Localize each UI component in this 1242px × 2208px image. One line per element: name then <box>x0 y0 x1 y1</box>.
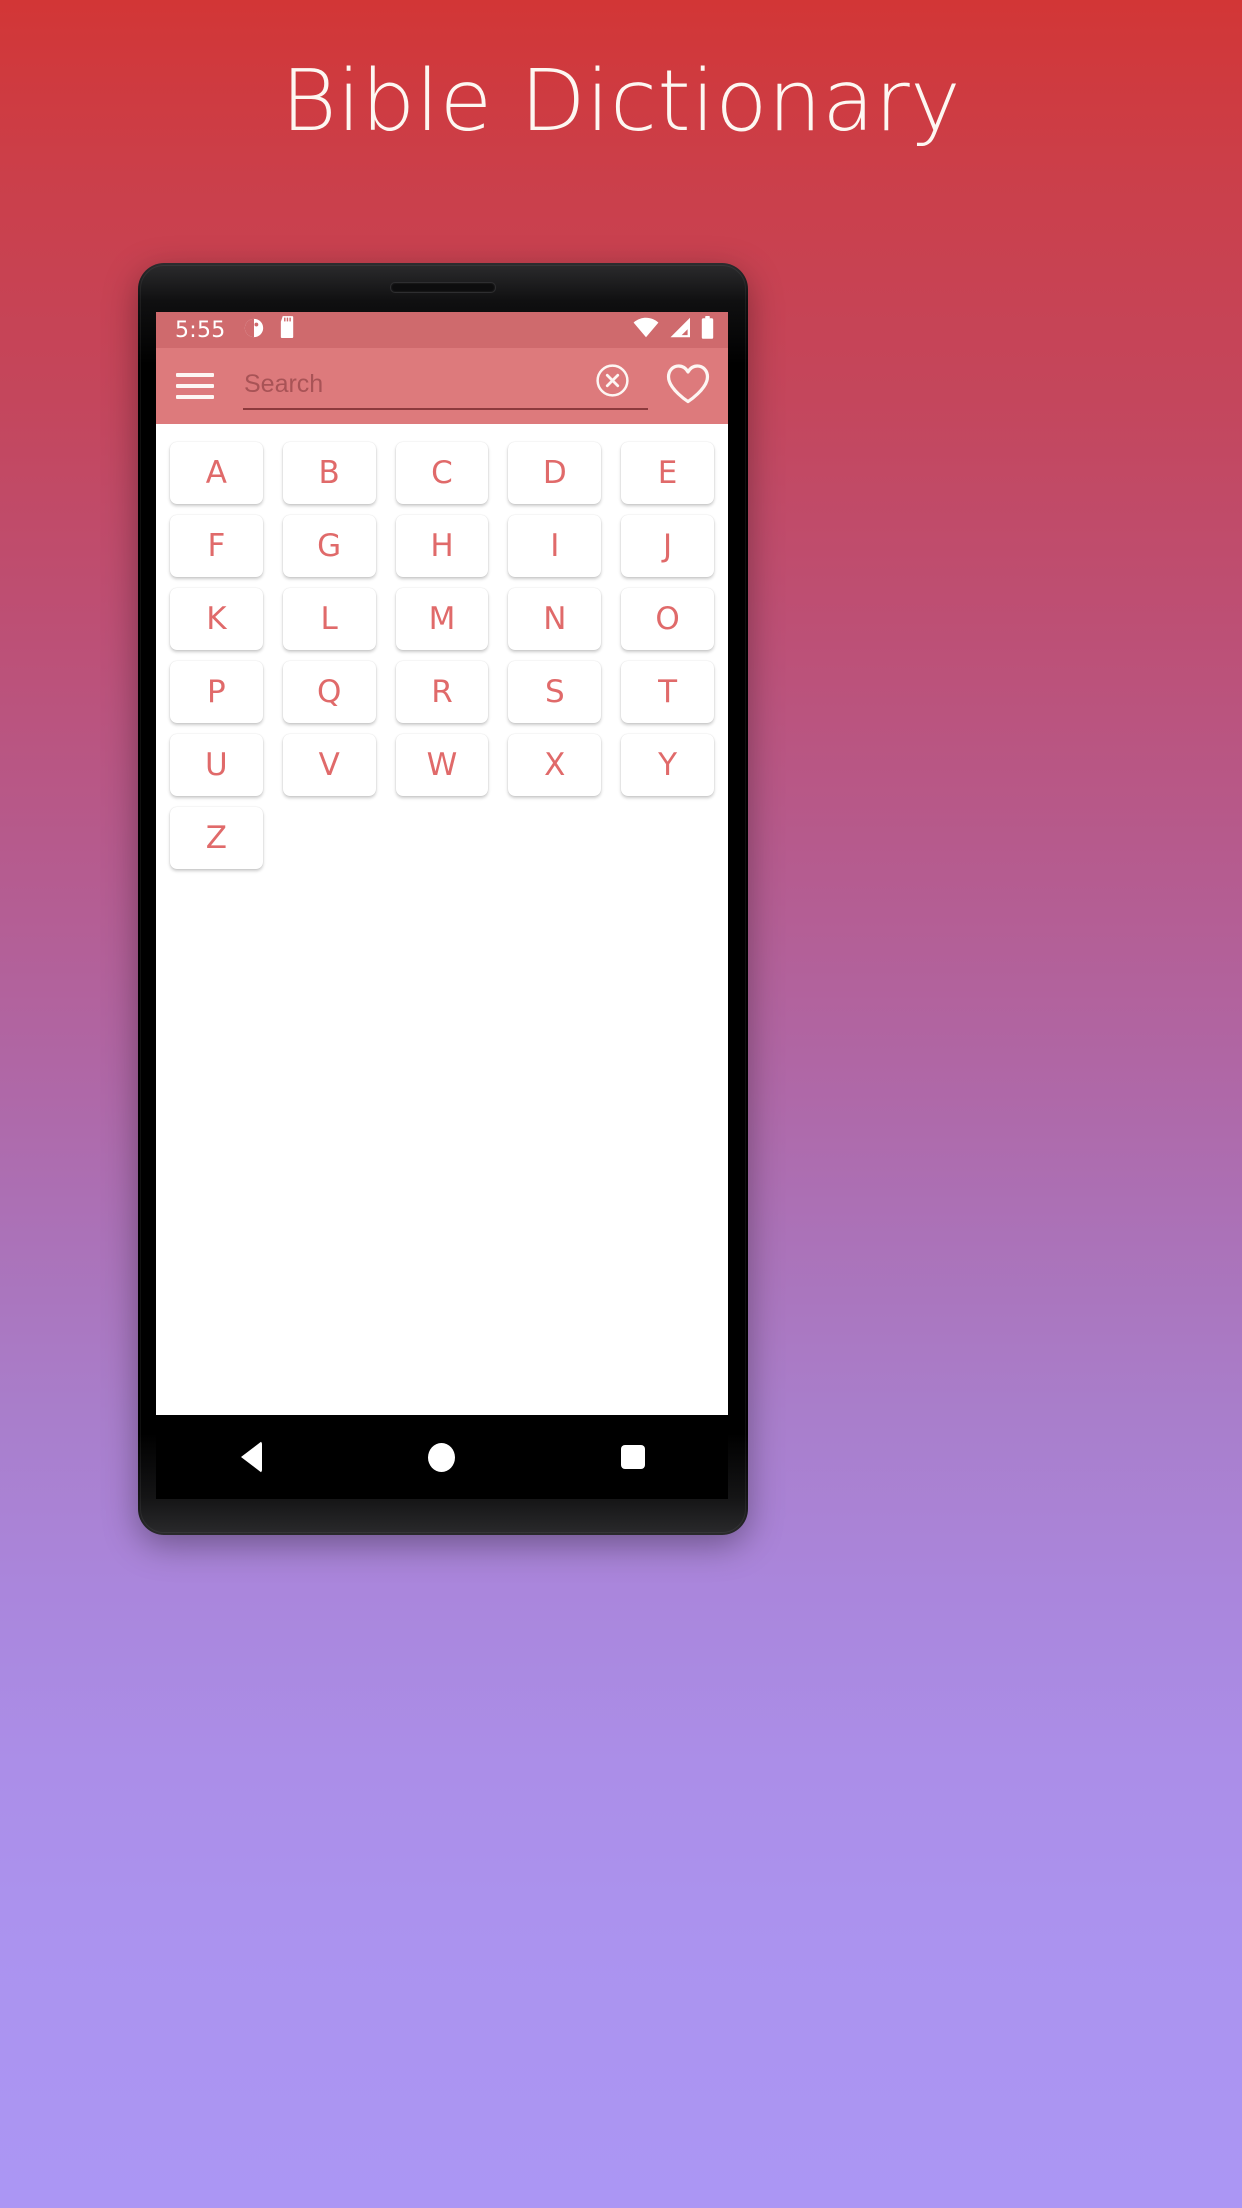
home-circle-icon <box>428 1442 456 1472</box>
wifi-icon <box>633 317 659 343</box>
letter-tile-p[interactable]: P <box>170 661 263 723</box>
hamburger-line <box>176 395 214 399</box>
clear-circle-x-icon[interactable] <box>595 363 630 398</box>
hamburger-line <box>176 384 214 388</box>
letters-content-area: ABCDE FGHIJ KLMNO PQRST UVWXY Z <box>156 424 728 1415</box>
letter-tile-c[interactable]: C <box>395 442 489 504</box>
search-input[interactable] <box>243 362 648 410</box>
nav-back-button[interactable] <box>214 1429 288 1485</box>
letter-tile-t[interactable]: T <box>621 661 714 723</box>
letter-tile-d[interactable]: D <box>508 442 602 504</box>
letter-tile-j[interactable]: J <box>621 515 714 577</box>
letter-tile-r[interactable]: R <box>395 661 489 723</box>
letter-tile-n[interactable]: N <box>508 588 602 650</box>
heart-outline-icon <box>665 363 711 410</box>
letter-tile-u[interactable]: U <box>170 734 263 796</box>
letter-tile-o[interactable]: O <box>621 588 714 650</box>
alphabet-grid: ABCDE FGHIJ KLMNO PQRST UVWXY Z <box>170 442 714 869</box>
letter-tile-h[interactable]: H <box>395 515 489 577</box>
hamburger-menu-icon[interactable] <box>176 366 216 406</box>
android-navigation-bar <box>156 1415 728 1499</box>
letter-tile-b[interactable]: B <box>282 442 376 504</box>
status-bar: 5:55 <box>156 312 728 348</box>
phone-screen: 5:55 Search A B C D E F G H I J K L M N … <box>156 312 728 1415</box>
status-bar-left-icons <box>243 316 297 344</box>
letter-tile-i[interactable]: I <box>508 515 602 577</box>
status-bar-right-icons <box>633 316 714 344</box>
letter-tile-x[interactable]: X <box>508 734 602 796</box>
nav-home-button[interactable] <box>405 1429 479 1485</box>
sd-card-icon <box>278 316 297 344</box>
phone-device-frame: 5:55 Search A B C D E F G H I J K L M N … <box>138 263 748 1535</box>
letter-tile-g[interactable]: G <box>282 515 376 577</box>
battery-icon <box>701 316 714 344</box>
letter-tile-f[interactable]: F <box>170 515 263 577</box>
recents-square-icon <box>620 1445 645 1469</box>
page-title: Bible Dictionary <box>280 52 962 151</box>
search-field-wrapper <box>243 359 648 413</box>
letter-tile-s[interactable]: S <box>508 661 602 723</box>
letter-tile-z[interactable]: Z <box>170 807 263 869</box>
letter-tile-y[interactable]: Y <box>621 734 714 796</box>
status-bar-clock: 5:55 <box>175 317 226 343</box>
nav-recents-button[interactable] <box>596 1429 670 1485</box>
earpiece-speaker-grille <box>390 282 496 293</box>
letter-tile-w[interactable]: W <box>395 734 489 796</box>
letter-tile-l[interactable]: L <box>282 588 376 650</box>
letter-tile-q[interactable]: Q <box>282 661 376 723</box>
hamburger-line <box>176 373 214 377</box>
back-triangle-icon <box>240 1441 262 1473</box>
letter-tile-a[interactable]: A <box>170 442 263 504</box>
letter-tile-m[interactable]: M <box>395 588 489 650</box>
app-bar <box>156 348 728 424</box>
letter-tile-k[interactable]: K <box>170 588 263 650</box>
cellular-signal-icon <box>668 317 692 343</box>
do-not-disturb-icon <box>243 317 265 344</box>
letter-tile-v[interactable]: V <box>282 734 376 796</box>
letter-tile-e[interactable]: E <box>621 442 714 504</box>
favorites-button[interactable] <box>662 360 714 412</box>
